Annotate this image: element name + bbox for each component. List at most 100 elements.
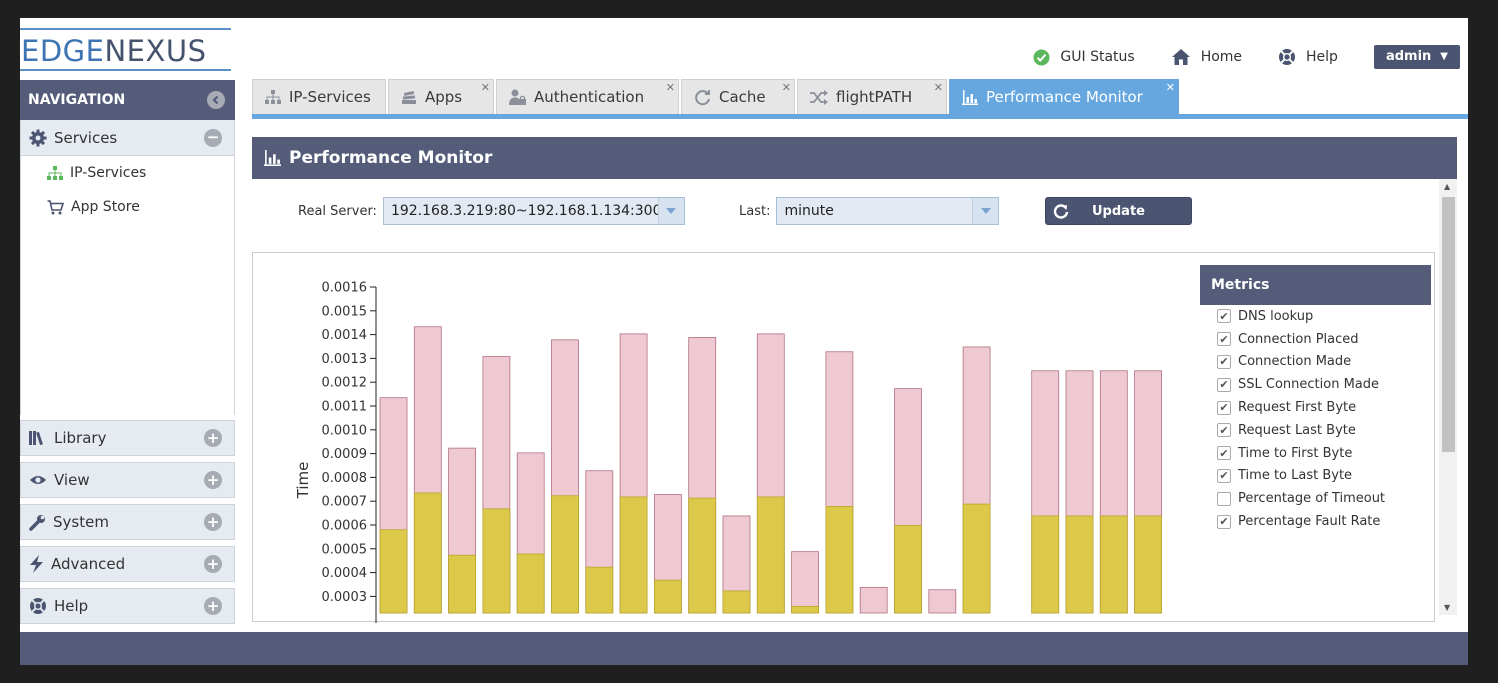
tab-performance-monitor[interactable]: Performance Monitor ✕	[949, 79, 1179, 114]
tab-apps[interactable]: Apps ✕	[388, 79, 494, 114]
tab-authentication[interactable]: Authentication ✕	[496, 79, 679, 114]
scroll-up-icon[interactable]: ▲	[1444, 182, 1450, 191]
footer-bar	[20, 632, 1468, 665]
expand-icon[interactable]: +	[204, 597, 222, 615]
user-lock-icon	[509, 89, 526, 105]
checkbox-checked[interactable]: ✔	[1217, 354, 1231, 369]
checkbox-checked[interactable]: ✔	[1217, 309, 1231, 324]
y-tick-label: 0.0011	[322, 400, 368, 415]
expand-icon[interactable]: +	[204, 555, 222, 573]
caret-down-icon: ▼	[1440, 51, 1448, 62]
metric-item[interactable]: ✔ Request First Byte	[1200, 396, 1431, 419]
y-axis-label: Time	[294, 462, 312, 500]
metric-item[interactable]: ✔ Time to Last Byte	[1200, 465, 1431, 488]
checkbox-checked[interactable]: ✔	[1217, 514, 1231, 529]
metric-item[interactable]: ✔ Time to First Byte	[1200, 442, 1431, 465]
metric-label: SSL Connection Made	[1238, 377, 1380, 393]
cart-icon	[47, 199, 64, 214]
bar-lower	[516, 553, 545, 614]
metric-label: Percentage Fault Rate	[1238, 514, 1381, 530]
dropdown-arrow-icon[interactable]	[972, 198, 999, 224]
metric-item[interactable]: ✔ Request Last Byte	[1200, 419, 1431, 442]
tab-bar: IP-Services Apps ✕ Authentication ✕ Cach…	[252, 79, 1468, 119]
performance-chart: 0.0003 0.0004 0.0005 0.0006 0.0007 0.0008 0.00…	[294, 281, 1162, 623]
expand-icon[interactable]: +	[204, 429, 222, 447]
nav-item-ip-services[interactable]: IP-Services	[21, 156, 234, 190]
bar-lower	[413, 492, 442, 614]
refresh-icon	[1053, 204, 1069, 219]
bar-lower	[894, 525, 922, 614]
bar-lower	[1134, 515, 1162, 614]
collapse-icon[interactable]: −	[204, 128, 222, 147]
nav-section-services[interactable]: Services −	[21, 120, 234, 156]
tab-flightpath[interactable]: flightPATH ✕	[797, 79, 947, 114]
checkbox-checked[interactable]: ✔	[1217, 446, 1231, 461]
expand-icon[interactable]: +	[204, 513, 222, 531]
nav-services-body: Services − IP-Services App Store	[20, 120, 235, 415]
close-icon[interactable]: ✕	[481, 81, 490, 94]
checkbox-unchecked[interactable]	[1217, 491, 1231, 506]
bar-upper	[859, 586, 888, 614]
user-menu-button[interactable]: admin ▼	[1373, 45, 1460, 69]
dropdown-arrow-icon[interactable]	[657, 198, 684, 224]
expand-icon[interactable]: +	[204, 471, 222, 489]
close-icon[interactable]: ✕	[1166, 81, 1175, 94]
y-tick-label: 0.0012	[322, 376, 368, 391]
y-tick-label: 0.0005	[322, 542, 368, 557]
y-tick-label: 0.0003	[322, 590, 368, 605]
performance-monitor-panel: Performance Monitor Real Server: 192.168…	[252, 137, 1457, 623]
tab-bar-underline	[252, 114, 1468, 119]
home-link[interactable]: Home	[1171, 48, 1242, 66]
bar-lower	[962, 503, 991, 614]
metric-item[interactable]: ✔ SSL Connection Made	[1200, 373, 1431, 396]
real-server-select[interactable]: 192.168.3.219:80~192.168.1.134:3001	[382, 197, 685, 225]
last-field: Last: minute	[739, 197, 1000, 225]
nav-section-advanced[interactable]: Advanced +	[20, 546, 235, 582]
panel-scrollbar[interactable]: ▲ ▼	[1439, 179, 1457, 615]
eye-icon	[30, 476, 46, 484]
checkbox-checked[interactable]: ✔	[1217, 400, 1231, 415]
nav-section-help[interactable]: Help +	[20, 588, 235, 624]
tab-cache[interactable]: Cache ✕	[681, 79, 795, 114]
y-tick-label: 0.0007	[322, 495, 368, 510]
checkbox-checked[interactable]: ✔	[1217, 468, 1231, 483]
nav-item-app-store[interactable]: App Store	[21, 190, 234, 224]
metric-item[interactable]: ✔ DNS lookup	[1200, 305, 1431, 328]
bar-lower	[379, 529, 408, 614]
close-icon[interactable]: ✕	[934, 81, 943, 94]
home-icon	[1171, 49, 1190, 65]
help-link[interactable]: Help	[1278, 48, 1338, 66]
metric-label: Connection Placed	[1238, 331, 1359, 347]
nav-section-system[interactable]: System +	[20, 504, 235, 540]
metric-item[interactable]: ✔ Connection Made	[1200, 351, 1431, 374]
update-button[interactable]: Update	[1045, 197, 1192, 225]
bar-lower	[482, 508, 511, 614]
books-icon	[29, 431, 43, 446]
metric-label: Request First Byte	[1238, 400, 1357, 416]
scroll-down-icon[interactable]: ▼	[1444, 603, 1450, 612]
tab-ip-services[interactable]: IP-Services	[252, 79, 386, 114]
metric-item[interactable]: ✔ Percentage Fault Rate	[1200, 510, 1431, 533]
nav-section-library[interactable]: Library +	[20, 420, 235, 456]
chart-container: 0.0003 0.0004 0.0005 0.0006 0.0007 0.0008 0.00…	[252, 252, 1435, 623]
checkbox-checked[interactable]: ✔	[1217, 332, 1231, 347]
gui-status-link[interactable]: GUI Status	[1033, 49, 1135, 66]
real-server-field: Real Server: 192.168.3.219:80~192.168.1.…	[298, 197, 685, 225]
nav-sections: Library + View + System + Advanced + Hel…	[20, 420, 235, 630]
scrollbar-thumb[interactable]	[1442, 197, 1455, 452]
y-tick-label: 0.0010	[322, 423, 368, 438]
bar-lower	[825, 506, 854, 614]
checkbox-checked[interactable]: ✔	[1217, 377, 1231, 392]
nav-section-view[interactable]: View +	[20, 462, 235, 498]
metric-item[interactable]: ✔ Connection Placed	[1200, 328, 1431, 351]
close-icon[interactable]: ✕	[666, 81, 675, 94]
cache-icon	[695, 89, 710, 105]
checkbox-checked[interactable]: ✔	[1217, 423, 1231, 438]
bar-lower	[619, 496, 648, 614]
y-tick-label: 0.0013	[322, 352, 368, 367]
metric-item[interactable]: Percentage of Timeout	[1200, 487, 1431, 510]
last-period-select[interactable]: minute	[776, 197, 1000, 225]
collapse-nav-button[interactable]	[207, 91, 225, 109]
bar-upper	[928, 589, 957, 614]
close-icon[interactable]: ✕	[782, 81, 791, 94]
